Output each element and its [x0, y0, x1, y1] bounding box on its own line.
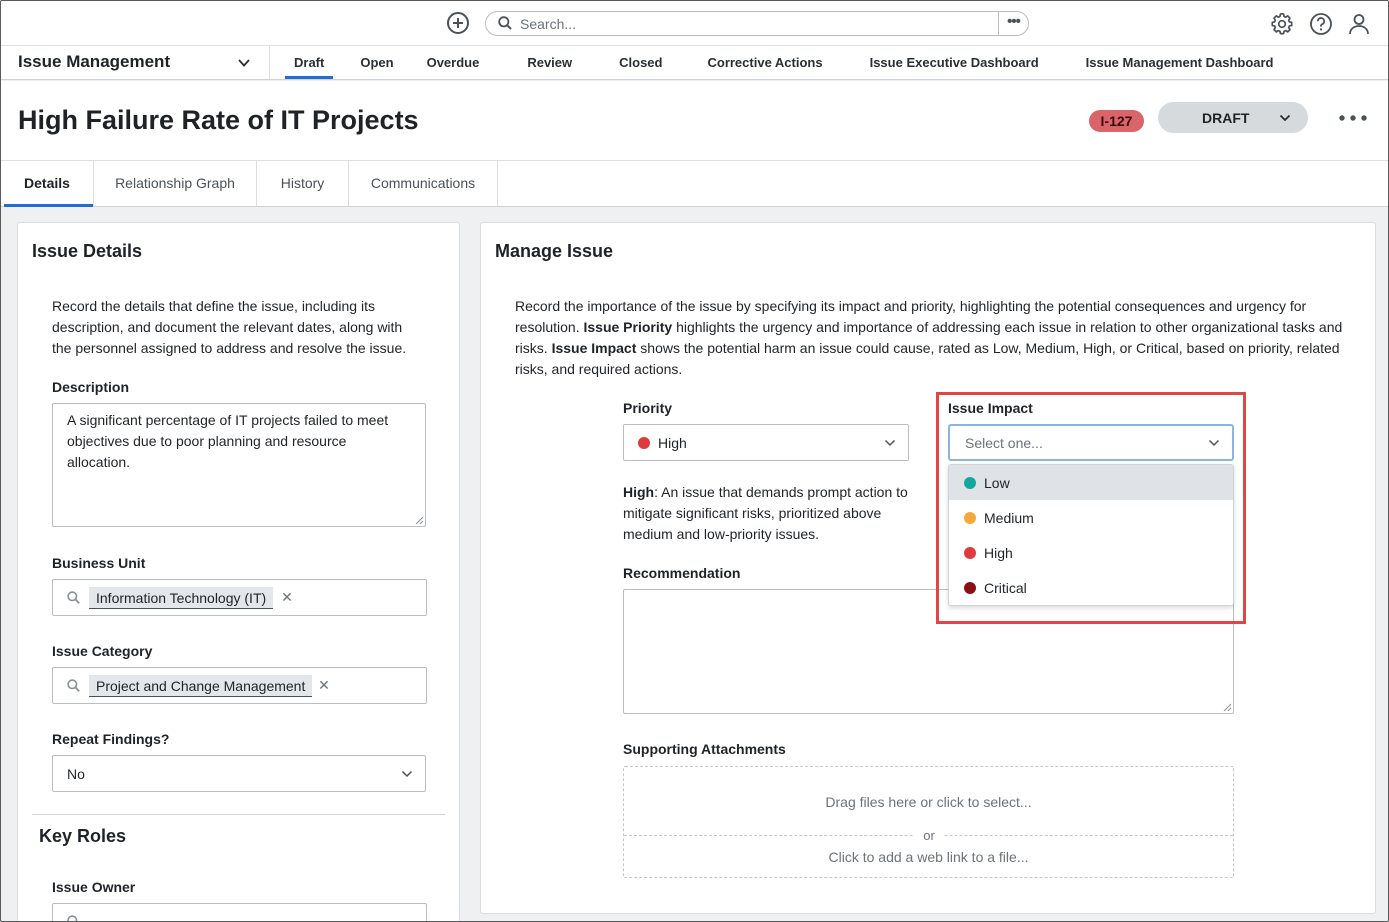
workflow-tabs: Draft Open Overdue Review Closed Correct… [270, 46, 1274, 79]
global-search[interactable]: ••• [485, 11, 1029, 36]
user-profile-icon[interactable] [1347, 12, 1371, 36]
nav-tab-overdue[interactable]: Overdue [427, 46, 480, 79]
description-label: Description [52, 379, 130, 395]
business-unit-label: Business Unit [52, 555, 146, 571]
chevron-down-icon [884, 439, 896, 447]
issue-owner-label: Issue Owner [52, 879, 136, 895]
impact-option-low[interactable]: Low [949, 465, 1233, 500]
app-switcher[interactable]: Issue Management [1, 46, 270, 79]
tab-relationship-graph[interactable]: Relationship Graph [94, 161, 257, 206]
remove-chip-icon[interactable]: ✕ [277, 586, 297, 608]
issue-details-intro: Record the details that define the issue… [52, 298, 407, 356]
issue-owner-field[interactable] [52, 903, 427, 921]
app-name: Issue Management [18, 52, 171, 71]
priority-description: High: An issue that demands prompt actio… [623, 484, 908, 542]
nav-tab-issue-management-dashboard[interactable]: Issue Management Dashboard [1086, 46, 1274, 79]
chevron-down-icon [1279, 114, 1291, 122]
repeat-findings-select[interactable]: No [52, 755, 426, 792]
nav-tab-corrective-actions[interactable]: Corrective Actions [707, 46, 822, 79]
nav-tab-draft[interactable]: Draft [284, 46, 334, 79]
priority-color-dot [638, 437, 650, 449]
low-color-dot [964, 477, 976, 489]
business-unit-field[interactable]: Information Technology (IT) ✕ [52, 579, 427, 616]
top-bar: ••• [1, 1, 1388, 46]
record-id-badge: I-127 [1089, 110, 1144, 132]
attach-weblink-text[interactable]: Click to add a web link to a file... [624, 849, 1233, 865]
issue-impact-label: Issue Impact [948, 400, 1033, 416]
impact-option-critical[interactable]: Critical [949, 570, 1233, 605]
search-icon [67, 915, 78, 921]
search-input[interactable] [520, 14, 980, 33]
search-options-button[interactable]: ••• [998, 12, 1028, 35]
add-icon[interactable] [447, 12, 469, 34]
issue-impact-placeholder: Select one... [965, 435, 1043, 451]
search-icon [498, 16, 512, 30]
attach-or-text: or [914, 828, 944, 843]
chevron-down-icon [1208, 439, 1220, 447]
chevron-down-icon [238, 59, 250, 67]
chevron-down-icon [401, 770, 413, 778]
tab-communications[interactable]: Communications [349, 161, 498, 206]
help-icon[interactable] [1309, 12, 1333, 36]
more-options-icon[interactable] [1338, 111, 1368, 125]
supporting-attachments-label: Supporting Attachments [623, 741, 786, 757]
resize-handle-icon[interactable] [1223, 703, 1232, 712]
medium-color-dot [964, 512, 976, 524]
app-window: ••• Issue Management Draft Open Overdue … [0, 0, 1389, 922]
critical-color-dot [964, 582, 976, 594]
issue-impact-select[interactable]: Select one... [948, 424, 1234, 461]
description-field[interactable]: A significant percentage of IT projects … [52, 403, 426, 527]
resize-handle-icon[interactable] [415, 516, 424, 525]
attach-drag-text[interactable]: Drag files here or click to select... [624, 794, 1233, 810]
manage-issue-title: Manage Issue [495, 241, 614, 261]
workflow-state-button[interactable]: DRAFT [1158, 102, 1308, 133]
record-header: High Failure Rate of IT Projects I-127 D… [1, 81, 1388, 161]
tab-details[interactable]: Details [1, 161, 94, 207]
recommendation-label: Recommendation [623, 565, 741, 581]
issue-details-title: Issue Details [32, 241, 143, 261]
record-tabs: Details Relationship Graph History Commu… [1, 161, 1388, 207]
section-divider [32, 814, 445, 815]
nav-tab-closed[interactable]: Closed [619, 46, 662, 79]
priority-value: High [658, 435, 687, 451]
high-color-dot [964, 547, 976, 559]
repeat-findings-label: Repeat Findings? [52, 731, 170, 747]
search-icon [67, 679, 80, 692]
remove-chip-icon[interactable]: ✕ [314, 674, 334, 696]
description-value: A significant percentage of IT projects … [67, 412, 389, 470]
workflow-state-label: DRAFT [1202, 110, 1250, 126]
tab-history[interactable]: History [257, 161, 349, 206]
nav-tab-open[interactable]: Open [360, 46, 393, 79]
key-roles-title: Key Roles [39, 826, 127, 846]
issue-category-field[interactable]: Project and Change Management ✕ [52, 667, 427, 704]
priority-label: Priority [623, 400, 673, 416]
issue-category-chip: Project and Change Management [89, 675, 313, 697]
issue-category-label: Issue Category [52, 643, 153, 659]
impact-option-high[interactable]: High [949, 535, 1233, 570]
search-icon [67, 591, 80, 604]
business-unit-chip: Information Technology (IT) [89, 587, 274, 609]
attachments-dropzone[interactable]: Drag files here or click to select... or… [623, 766, 1234, 878]
repeat-findings-value: No [67, 766, 85, 782]
priority-select[interactable]: High [623, 424, 909, 461]
gear-icon[interactable] [1270, 12, 1294, 36]
nav-bar: Issue Management Draft Open Overdue Revi… [1, 46, 1388, 80]
nav-tab-issue-executive-dashboard[interactable]: Issue Executive Dashboard [870, 46, 1039, 79]
record-title: High Failure Rate of IT Projects [18, 105, 419, 135]
nav-tab-review[interactable]: Review [527, 46, 572, 79]
manage-issue-intro: Record the importance of the issue by sp… [515, 298, 1343, 377]
impact-option-medium[interactable]: Medium [949, 500, 1233, 535]
issue-impact-dropdown: Low Medium High Critical [948, 464, 1234, 606]
